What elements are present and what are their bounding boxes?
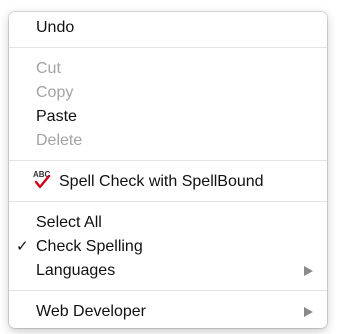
menu-item-paste-label: Paste — [36, 108, 77, 125]
menu-item-undo[interactable]: Undo — [9, 16, 327, 40]
menu-item-languages[interactable]: Languages — [9, 259, 327, 283]
menu-item-languages-label: Languages — [36, 262, 116, 279]
menu-item-select-all-label: Select All — [36, 214, 102, 231]
menu-item-undo-label: Undo — [36, 19, 75, 36]
menu-item-copy-label: Copy — [36, 84, 74, 101]
menu-item-web-developer[interactable]: Web Developer — [9, 300, 327, 324]
checkmark-icon: ✓ — [16, 238, 29, 255]
menu-item-delete-label: Delete — [36, 132, 83, 149]
menu-item-check-spelling-label: Check Spelling — [36, 238, 143, 255]
abc-check-icon: ABC — [33, 170, 55, 190]
menu-item-check-spelling[interactable]: ✓ Check Spelling — [9, 235, 327, 259]
menu-item-select-all[interactable]: Select All — [9, 211, 327, 235]
menu-item-delete: Delete — [9, 129, 327, 153]
menu-item-spellbound[interactable]: ABC Spell Check with SpellBound — [9, 170, 327, 194]
menu-item-copy: Copy — [9, 81, 327, 105]
menu-item-paste[interactable]: Paste — [9, 105, 327, 129]
menu-item-cut-label: Cut — [36, 60, 61, 77]
menu-separator — [9, 290, 327, 291]
menu-item-spellbound-label: Spell Check with SpellBound — [59, 173, 264, 190]
menu-separator — [9, 160, 327, 161]
menu-separator — [9, 201, 327, 202]
context-menu: Undo Cut Copy Paste Delete ABC Spell Che… — [9, 12, 327, 328]
menu-item-cut: Cut — [9, 57, 327, 81]
menu-separator — [9, 47, 327, 48]
menu-item-web-developer-label: Web Developer — [36, 303, 146, 320]
submenu-arrow-icon — [304, 307, 313, 317]
submenu-arrow-icon — [304, 266, 313, 276]
